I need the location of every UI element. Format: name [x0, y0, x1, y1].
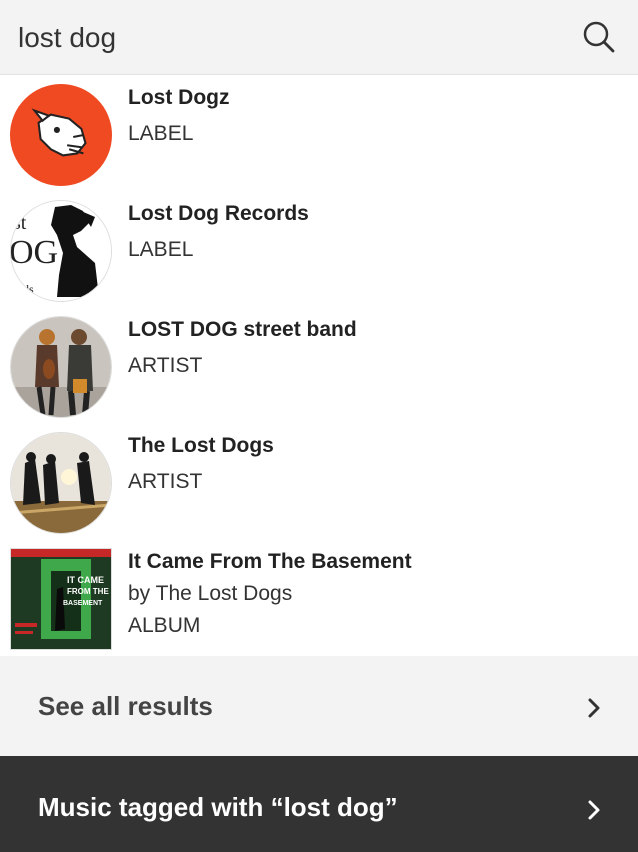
logo-text-st: st [13, 212, 27, 234]
chevron-right-icon [588, 698, 600, 718]
cover-text-3: BASEMENT [63, 600, 103, 607]
logo-text-og: OG [11, 234, 58, 271]
results-list: Lost Dogz LABEL st OG rds Lost Dog Recor… [0, 76, 638, 670]
chevron-right-icon [588, 800, 600, 820]
music-tagged-label: Music tagged with “lost dog” [38, 792, 398, 822]
result-title: LOST DOG street band [128, 318, 357, 341]
result-type: ARTIST [128, 470, 203, 493]
result-text: It Came From The Basement by The Lost Do… [128, 550, 412, 640]
result-item-the-lost-dogs[interactable]: The Lost Dogs ARTIST [0, 424, 638, 540]
cover-text-2: FROM THE [67, 587, 109, 596]
search-input[interactable] [18, 18, 558, 58]
logo-text-rds: rds [19, 282, 34, 296]
see-all-results-button[interactable]: See all results [0, 656, 638, 756]
result-item-lost-dog-street-band[interactable]: LOST DOG street band ARTIST [0, 308, 638, 424]
lost-dogz-logo [10, 84, 112, 186]
result-type: LABEL [128, 122, 194, 145]
result-type: LABEL [128, 238, 194, 261]
music-tagged-button[interactable]: Music tagged with “lost dog” [0, 756, 638, 852]
result-item-it-came-from-the-basement[interactable]: IT CAME FROM THE BASEMENT It Came From T… [0, 540, 638, 670]
result-title: It Came From The Basement [128, 550, 412, 573]
result-artist: by The Lost Dogs [128, 582, 293, 605]
album-cover: IT CAME FROM THE BASEMENT [10, 548, 112, 650]
see-all-results-label: See all results [38, 691, 213, 721]
result-title: Lost Dog Records [128, 202, 309, 225]
result-type: ALBUM [128, 614, 201, 637]
result-item-lost-dog-records[interactable]: st OG rds Lost Dog Records LABEL [0, 192, 638, 308]
result-type: ARTIST [128, 354, 203, 377]
search-icon[interactable] [582, 20, 616, 54]
result-text: Lost Dog Records LABEL [128, 202, 309, 264]
result-item-lost-dogz[interactable]: Lost Dogz LABEL [0, 76, 638, 192]
cover-text-1: IT CAME [67, 575, 104, 585]
the-lost-dogs-photo [10, 432, 112, 534]
result-text: The Lost Dogs ARTIST [128, 434, 274, 496]
search-bar [0, 0, 638, 75]
result-text: Lost Dogz LABEL [128, 86, 229, 148]
lost-dog-records-logo: st OG rds [10, 200, 112, 302]
result-title: The Lost Dogs [128, 434, 274, 457]
street-band-photo [10, 316, 112, 418]
result-text: LOST DOG street band ARTIST [128, 318, 357, 380]
result-title: Lost Dogz [128, 86, 230, 109]
